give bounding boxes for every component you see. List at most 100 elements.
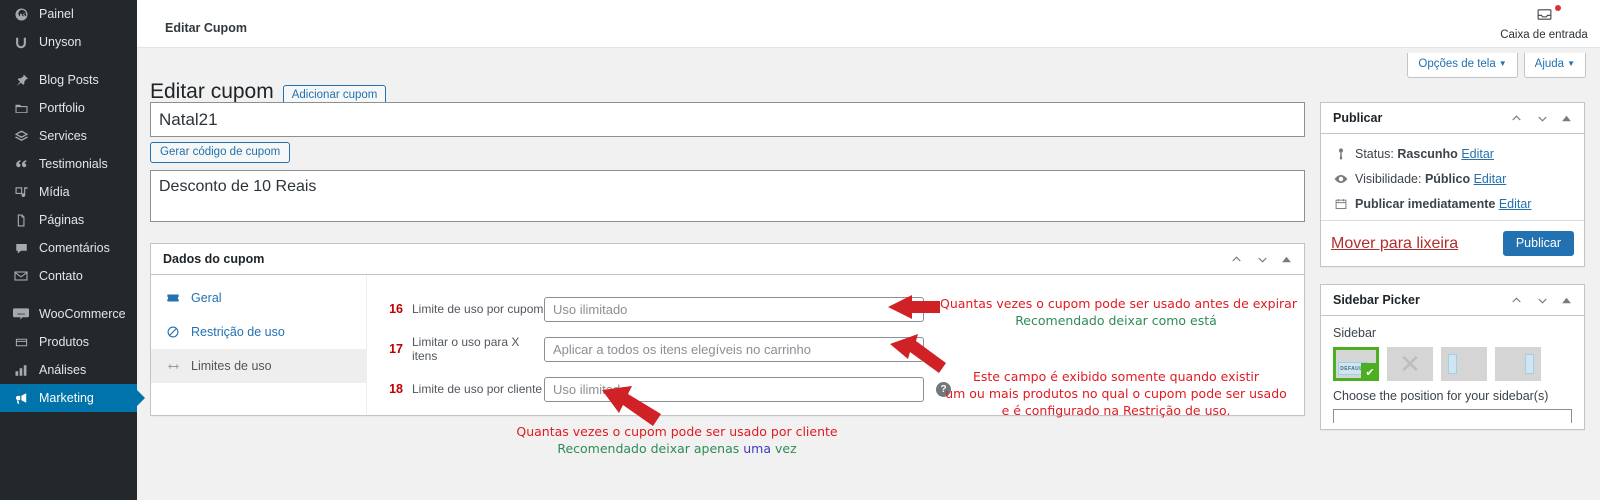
admin-top-bar: Editar Cupom Caixa de entrada bbox=[137, 0, 1600, 48]
field-row-usage-limit-per-user: 18 Limite de uso por cliente ? bbox=[367, 369, 1304, 409]
usage-limit-per-user-input[interactable] bbox=[544, 376, 924, 402]
tab-restricao-de-uso[interactable]: Restrição de uso bbox=[151, 315, 366, 349]
sidebar-item-marketing[interactable]: Marketing bbox=[0, 384, 137, 412]
sidebar-item-midia[interactable]: Mídia bbox=[0, 178, 137, 206]
sidebar-picker-body: Sidebar DEFAULT ✔ ✕ Choose the position … bbox=[1321, 316, 1584, 429]
sidebar-item-label: Unyson bbox=[39, 34, 82, 49]
coupon-description-textarea[interactable] bbox=[150, 170, 1305, 222]
products-box-icon bbox=[11, 332, 31, 352]
sidebar-item-paginas[interactable]: Páginas bbox=[0, 206, 137, 234]
dashboard-icon bbox=[11, 4, 31, 24]
sidebar-item-label: Páginas bbox=[39, 212, 85, 227]
collapse-triangle-icon[interactable] bbox=[1276, 247, 1296, 271]
close-icon: ✕ bbox=[1399, 349, 1421, 379]
sidebar-select-dropdown[interactable] bbox=[1333, 409, 1572, 423]
collapse-triangle-icon[interactable] bbox=[1556, 106, 1576, 130]
publish-title: Publicar bbox=[1333, 111, 1383, 125]
field-label: Limite de uso por cupom bbox=[412, 302, 544, 316]
sidebar-item-label: Contato bbox=[39, 268, 83, 283]
limit-usage-to-x-items-input[interactable] bbox=[544, 336, 924, 362]
edit-visibility-link[interactable]: Editar bbox=[1474, 172, 1507, 186]
sidebar-item-produtos[interactable]: Produtos bbox=[0, 328, 137, 356]
sidebar-item-contato[interactable]: Contato bbox=[0, 262, 137, 290]
sidebar-item-label: Marketing bbox=[39, 390, 94, 405]
no-entry-icon bbox=[163, 325, 183, 339]
visibility-value: Público bbox=[1424, 172, 1471, 186]
chevron-down-icon[interactable] bbox=[1250, 247, 1274, 271]
coupon-data-panel: Geral Restrição de uso Limites de uso 16… bbox=[151, 275, 1304, 415]
edit-schedule-link[interactable]: Editar bbox=[1499, 197, 1532, 211]
limits-icon bbox=[163, 359, 183, 374]
sidebar-item-services[interactable]: Services bbox=[0, 122, 137, 150]
envelope-icon bbox=[11, 266, 31, 286]
publish-row-schedule: Publicar imediatamente Editar bbox=[1331, 192, 1574, 216]
annotation-number: 16 bbox=[389, 302, 403, 316]
tab-limites-de-uso[interactable]: Limites de uso bbox=[151, 349, 366, 383]
megaphone-icon bbox=[11, 388, 31, 408]
chevron-down-icon[interactable] bbox=[1530, 106, 1554, 130]
eye-icon bbox=[1331, 171, 1351, 187]
sidebar-item-painel[interactable]: Painel bbox=[0, 0, 137, 28]
post-body-main: Gerar código de cupom Dados do cupom bbox=[150, 102, 1305, 416]
field-label: Limite de uso por cliente bbox=[412, 382, 543, 396]
chevron-down-icon[interactable] bbox=[1530, 288, 1554, 312]
sidebar-option-default[interactable]: DEFAULT ✔ bbox=[1333, 347, 1379, 381]
inbox-button[interactable]: Caixa de entrada bbox=[1498, 5, 1590, 41]
inbox-icon bbox=[1536, 5, 1561, 28]
sidebar-bar-right-icon bbox=[1525, 354, 1534, 374]
postbox-handles bbox=[1504, 288, 1576, 312]
tab-geral[interactable]: Geral bbox=[151, 281, 366, 315]
sidebar-item-label: Blog Posts bbox=[39, 72, 99, 87]
sidebar-option-left[interactable] bbox=[1441, 347, 1487, 381]
publish-major-actions: Mover para lixeira Publicar bbox=[1321, 220, 1584, 266]
sidebar-item-portfolio[interactable]: Portfolio bbox=[0, 94, 137, 122]
generate-coupon-code-button[interactable]: Gerar código de cupom bbox=[150, 142, 291, 163]
annotation-text-field18-line1: Quantas vezes o cupom pode ser usado por… bbox=[516, 424, 838, 439]
field-row-limit-usage-to-x-items: 17 Limitar o uso para X itens bbox=[367, 329, 1304, 369]
sidebar-item-testimonials[interactable]: Testimonials bbox=[0, 150, 137, 178]
publish-postbox: Publicar Status: Rascunho Editar Visibil… bbox=[1320, 102, 1585, 267]
screen-options-button[interactable]: Opções de tela ▼ bbox=[1407, 53, 1518, 78]
collapse-triangle-icon[interactable] bbox=[1556, 288, 1576, 312]
sidebar-bar-left-icon bbox=[1448, 354, 1457, 374]
help-tip-icon[interactable]: ? bbox=[936, 381, 951, 397]
svg-text:woo: woo bbox=[17, 311, 25, 316]
edit-status-link[interactable]: Editar bbox=[1461, 147, 1494, 161]
sidebar-option-none[interactable]: ✕ bbox=[1387, 347, 1433, 381]
generate-code-wrap: Gerar código de cupom bbox=[150, 142, 1305, 163]
help-button[interactable]: Ajuda ▼ bbox=[1523, 53, 1586, 78]
anno-line2-part-a: Recomendado deixar apenas bbox=[557, 441, 744, 456]
portfolio-folder-icon bbox=[11, 98, 31, 118]
sidebar-item-woocommerce[interactable]: woo WooCommerce bbox=[0, 300, 137, 328]
screen-meta-links: Opções de tela ▼ Ajuda ▼ bbox=[1407, 53, 1586, 78]
publish-visibility-text: Visibilidade: Público Editar bbox=[1355, 172, 1506, 186]
sidebar-option-right[interactable] bbox=[1495, 347, 1541, 381]
coupon-code-input[interactable] bbox=[150, 102, 1305, 137]
usage-limit-per-coupon-input[interactable] bbox=[544, 296, 924, 322]
sidebar-picker-hint: Choose the position for your sidebar(s) bbox=[1333, 389, 1549, 403]
sidebar-item-unyson[interactable]: Unyson bbox=[0, 28, 137, 56]
breadcrumb: Editar Cupom bbox=[165, 21, 247, 35]
sidebar-item-blog-posts[interactable]: Blog Posts bbox=[0, 66, 137, 94]
coupon-data-tabs: Geral Restrição de uso Limites de uso bbox=[151, 275, 367, 415]
inbox-label: Caixa de entrada bbox=[1500, 29, 1588, 41]
publish-rows: Status: Rascunho Editar Visibilidade: Pú… bbox=[1321, 134, 1584, 220]
pages-icon bbox=[11, 210, 31, 230]
chevron-down-icon: ▼ bbox=[1498, 59, 1507, 68]
sidebar-item-comentarios[interactable]: Comentários bbox=[0, 234, 137, 262]
chevron-up-icon[interactable] bbox=[1504, 288, 1528, 312]
sidebar-picker-header: Sidebar Picker bbox=[1321, 285, 1584, 316]
media-icon bbox=[11, 182, 31, 202]
coupon-data-fields: 16 Limite de uso por cupom 17 Limitar o … bbox=[367, 275, 1304, 415]
chevron-up-icon[interactable] bbox=[1224, 247, 1248, 271]
postbox-handles bbox=[1504, 106, 1576, 130]
tab-label: Limites de uso bbox=[191, 359, 272, 373]
page-title: Editar cupom bbox=[150, 80, 274, 104]
chevron-up-icon[interactable] bbox=[1504, 106, 1528, 130]
sidebar-item-analises[interactable]: Análises bbox=[0, 356, 137, 384]
publish-row-visibility: Visibilidade: Público Editar bbox=[1331, 166, 1574, 192]
publish-button[interactable]: Publicar bbox=[1502, 231, 1574, 256]
sidebar-item-label: Services bbox=[39, 128, 87, 143]
move-to-trash-link[interactable]: Mover para lixeira bbox=[1331, 235, 1458, 253]
coupon-data-postbox: Dados do cupom Geral Restrição de uso Li… bbox=[150, 243, 1305, 416]
